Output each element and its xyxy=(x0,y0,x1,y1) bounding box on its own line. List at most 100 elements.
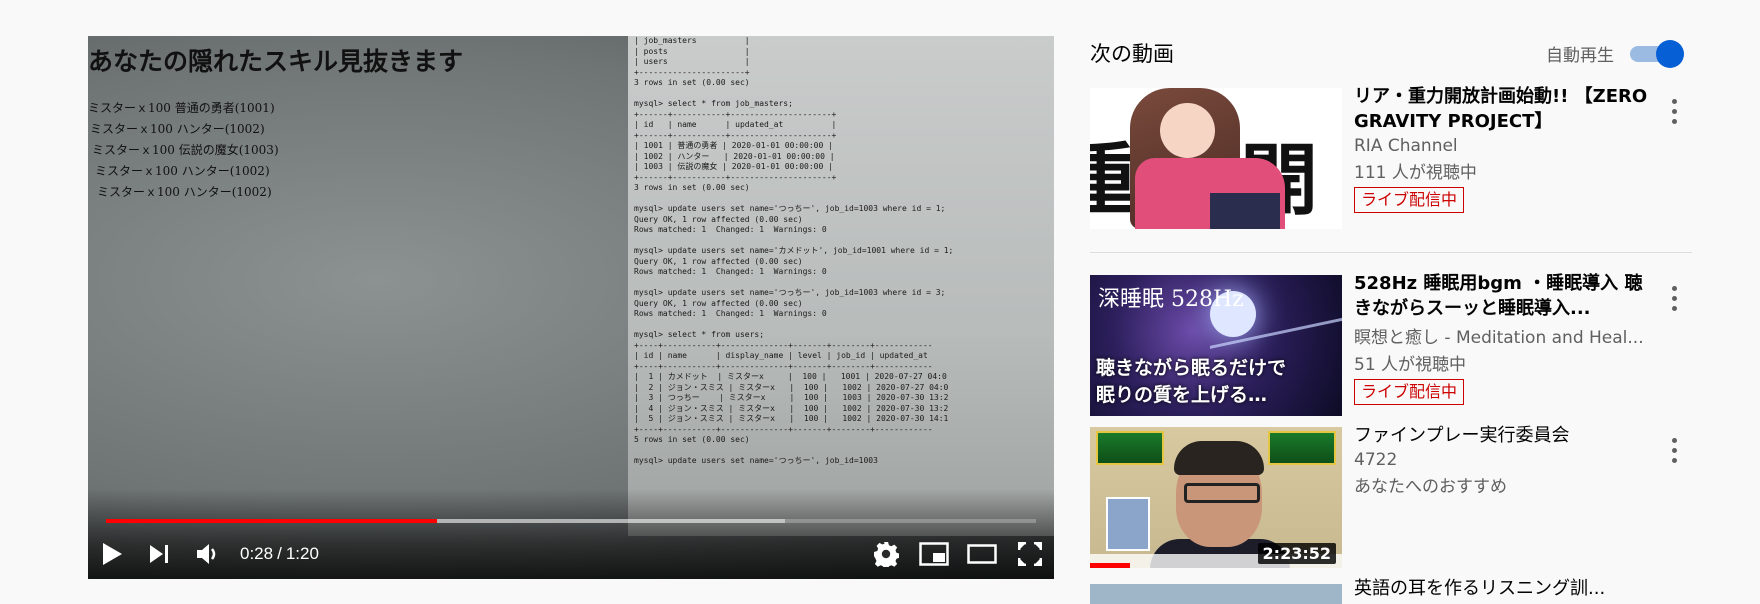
progress-played xyxy=(106,519,438,523)
channel-name[interactable]: 瞑想と癒し - Meditation and Heal... xyxy=(1354,323,1654,348)
terminal-line: | 3 | つっちー | ミスターx | 100 | 1003 | 2020-0… xyxy=(634,393,949,402)
theater-icon xyxy=(967,544,997,564)
watched-progress xyxy=(1090,563,1130,568)
terminal-line: | users | xyxy=(634,57,750,66)
terminal-line: Query OK, 1 row affected (0.00 sec) xyxy=(634,256,803,266)
terminal-line: +----+-----------+--------------+-------… xyxy=(634,340,933,350)
video-thumbnail[interactable]: 深睡眠 528Hz 聴きながら眠るだけで 眠りの質を上げる… xyxy=(1090,275,1342,416)
thumbnail-text: 聴きながら眠るだけで 眠りの質を上げる… xyxy=(1096,355,1286,409)
video-item[interactable]: 2:23:52 ファインプレー実行委員会 4722 あなたへのおすすめ xyxy=(1090,425,1692,568)
fullscreen-button[interactable] xyxy=(1006,534,1054,574)
time-current: 0:28 xyxy=(240,544,274,563)
miniplayer-button[interactable] xyxy=(910,534,958,574)
video-title[interactable]: ファインプレー実行委員会 xyxy=(1354,423,1654,448)
video-thumbnail[interactable] xyxy=(1090,584,1342,604)
live-badge: ライブ配信中 xyxy=(1354,187,1465,213)
up-next-header: 次の動画 自動再生 xyxy=(1090,36,1692,88)
viewer-count: 111 人が視聴中 xyxy=(1354,163,1477,183)
terminal-line: +------+-----------+--------------------… xyxy=(634,109,837,119)
terminal-line: +----------------------+ xyxy=(634,67,750,77)
kebab-dot xyxy=(1671,118,1677,124)
skill-line: ミスターｘ100 ハンター(1002) xyxy=(95,164,270,178)
autoplay-control: 自動再生 xyxy=(1546,40,1684,68)
kebab-dot xyxy=(1671,305,1677,311)
video-meta: ファインプレー実行委員会 4722 あなたへのおすすめ xyxy=(1354,423,1654,497)
terminal-line: Query OK, 1 row affected (0.00 sec) xyxy=(634,214,803,224)
time-total: 1:20 xyxy=(285,544,319,563)
terminal-line: | 1002 | ハンター | 2020-01-01 00:00:00 | xyxy=(634,151,835,161)
terminal-line: 3 rows in set (0.00 sec) xyxy=(634,183,750,192)
thumbnail-art xyxy=(1096,431,1164,465)
skill-list: ミスターｘ100 普通の勇者(1001) ミスターｘ100 ハンター(1002)… xyxy=(88,98,408,203)
thumbnail-text-line: 眠りの質を上げる… xyxy=(1096,384,1268,406)
terminal-line: | posts | xyxy=(634,46,750,56)
time-separator: / xyxy=(277,544,282,563)
skill-line: ミスターｘ100 伝説の魔女(1003) xyxy=(92,143,279,157)
play-icon xyxy=(103,543,122,565)
more-actions-button[interactable] xyxy=(1664,281,1684,315)
thumbnail-art xyxy=(1160,103,1215,158)
autoplay-toggle[interactable] xyxy=(1630,40,1684,68)
duration-badge: 2:23:52 xyxy=(1257,543,1336,564)
thumbnail-text-line: 聴きながら眠るだけで xyxy=(1096,357,1287,379)
next-button[interactable] xyxy=(136,534,184,574)
channel-name[interactable]: RIA Channel xyxy=(1354,136,1654,156)
play-button[interactable] xyxy=(88,534,136,574)
terminal-line: Rows matched: 1 Changed: 1 Warnings: 0 xyxy=(634,267,827,276)
skill-line: ミスターｘ100 ハンター(1002) xyxy=(90,122,265,136)
toggle-knob xyxy=(1656,40,1684,68)
kebab-dot xyxy=(1671,437,1677,443)
theater-mode-button[interactable] xyxy=(958,534,1006,574)
miniplayer-icon xyxy=(919,542,949,566)
terminal-line: mysql> select * from job_masters; xyxy=(634,99,793,108)
terminal-line: 5 rows in set (0.00 sec) xyxy=(634,435,750,444)
channel-name[interactable]: 4722 xyxy=(1354,450,1654,470)
terminal-line: Rows matched: 1 Changed: 1 Warnings: 0 xyxy=(634,225,827,234)
terminal-line: Query OK, 1 row affected (0.00 sec) xyxy=(634,298,803,308)
video-item[interactable]: 重 開放 リア・重力開放計画始動!! 【ZERO GRAVITY PROJECT… xyxy=(1090,86,1692,229)
terminal-line: +------+-----------+--------------------… xyxy=(634,130,837,140)
video-title[interactable]: リア・重力開放計画始動!! 【ZERO GRAVITY PROJECT】 xyxy=(1354,84,1654,134)
settings-button[interactable] xyxy=(862,534,910,574)
kebab-dot xyxy=(1671,447,1677,453)
kebab-dot xyxy=(1671,108,1677,114)
terminal-line: | 1003 | 伝説の魔女 | 2020-01-01 00:00:00 | xyxy=(634,162,833,171)
thumbnail-art xyxy=(1268,431,1336,465)
skill-line: ミスターｘ100 普通の勇者(1001) xyxy=(88,101,275,115)
progress-bar[interactable] xyxy=(106,519,1036,523)
mute-button[interactable] xyxy=(184,534,232,574)
skill-line: ミスターｘ100 ハンター(1002) xyxy=(97,185,272,199)
video-player[interactable]: あなたの隠れたスキル見抜きます ミスターｘ100 普通の勇者(1001) ミスタ… xyxy=(88,36,1054,579)
terminal-line: +----+-----------+--------------+-------… xyxy=(634,361,933,371)
up-next-sidebar: 次の動画 自動再生 重 開放 リア・重力開放計画始動!! 【ZERO GRAVI… xyxy=(1090,36,1692,604)
video-thumbnail[interactable]: 重 開放 xyxy=(1090,88,1342,229)
kebab-dot xyxy=(1671,285,1677,291)
terminal-output: | job_masters | | posts | | users | +------… xyxy=(634,36,1052,526)
more-actions-button[interactable] xyxy=(1664,94,1684,128)
video-title[interactable]: 528Hz 睡眠用bgm ・睡眠導入 聴きながらスーッと睡眠導入... xyxy=(1354,271,1654,321)
up-next-title: 次の動画 xyxy=(1090,42,1174,66)
more-actions-button[interactable] xyxy=(1664,433,1684,467)
thumbnail-art xyxy=(1210,193,1280,229)
terminal-line: | id | name | updated_at | xyxy=(634,120,837,129)
player-controls: 0:28/1:20 xyxy=(88,529,1054,579)
divider xyxy=(1090,252,1692,253)
video-item[interactable]: 深睡眠 528Hz 聴きながら眠るだけで 眠りの質を上げる… 528Hz 睡眠用… xyxy=(1090,273,1692,416)
thumbnail-art xyxy=(1184,483,1260,503)
video-frame[interactable]: あなたの隠れたスキル見抜きます ミスターｘ100 普通の勇者(1001) ミスタ… xyxy=(88,36,1054,579)
terminal-line: mysql> update users set name='つっちー', job… xyxy=(634,288,946,297)
time-display: 0:28/1:20 xyxy=(240,544,319,564)
video-meta: リア・重力開放計画始動!! 【ZERO GRAVITY PROJECT】 RIA… xyxy=(1354,84,1654,213)
viewer-count: 51 人が視聴中 xyxy=(1354,355,1467,375)
kebab-dot xyxy=(1671,295,1677,301)
video-title[interactable]: 英語の耳を作るリスニング訓... xyxy=(1354,574,1654,600)
video-thumbnail[interactable]: 2:23:52 xyxy=(1090,427,1342,568)
autoplay-label: 自動再生 xyxy=(1546,45,1614,66)
kebab-dot xyxy=(1671,98,1677,104)
